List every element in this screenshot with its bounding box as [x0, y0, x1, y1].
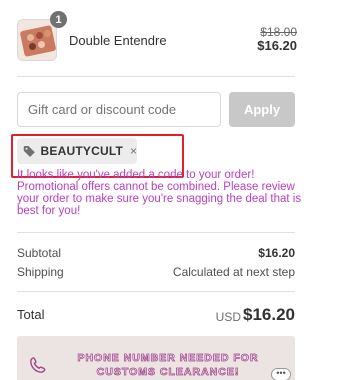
quantity-badge: 1	[50, 11, 67, 28]
currency-code: USD	[215, 310, 241, 324]
discount-code-input[interactable]	[17, 92, 221, 127]
line-item: 1 Double Entendre $18.00 $16.20	[17, 11, 297, 61]
divider	[17, 291, 295, 292]
chat-bubble-icon[interactable]: •••	[271, 368, 291, 380]
shipping-value: Calculated at next step	[172, 265, 295, 279]
phone-icon	[30, 357, 46, 373]
order-summary: 1 Double Entendre $18.00 $16.20 Apply BE…	[0, 0, 348, 380]
customs-notice-text: PHONE NUMBER NEEDED FOR CUSTOMS CLEARANC…	[77, 352, 259, 379]
subtotal-value: $16.20	[258, 246, 295, 260]
original-price: $18.00	[260, 25, 297, 39]
divider	[17, 76, 295, 77]
product-name: Double Entendre	[69, 33, 167, 48]
divider	[17, 232, 295, 233]
apply-button[interactable]: Apply	[229, 92, 295, 127]
discounted-price: $16.20	[257, 38, 297, 53]
total-label: Total	[17, 307, 45, 322]
customs-notice-banner: PHONE NUMBER NEEDED FOR CUSTOMS CLEARANC…	[17, 336, 295, 380]
total-value: $16.20	[243, 305, 295, 324]
product-thumbnail	[17, 19, 57, 61]
subtotal-label: Subtotal	[17, 246, 62, 260]
promo-warning-message: It looks like you've added a code to you…	[17, 169, 302, 217]
shipping-label: Shipping	[17, 265, 64, 279]
